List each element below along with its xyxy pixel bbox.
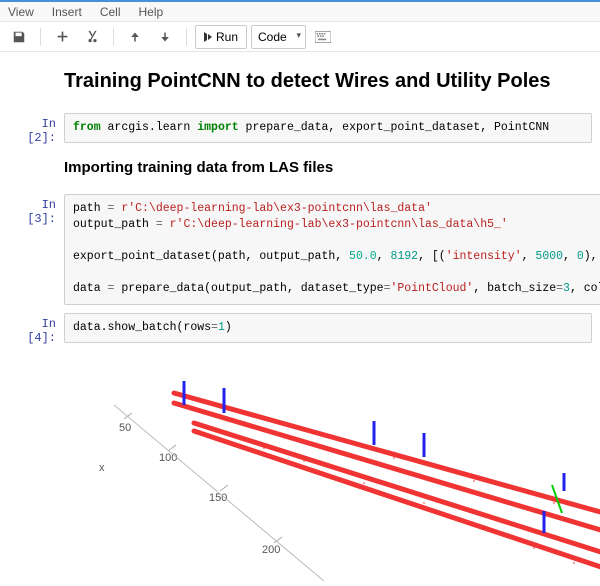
cell-prompt — [8, 153, 64, 186]
code-cell[interactable]: In [3]: path = r'C:\deep-learning-lab\ex… — [8, 194, 592, 305]
notebook-container: Training PointCNN to detect Wires and Ut… — [0, 52, 600, 583]
menu-cell[interactable]: Cell — [100, 5, 121, 19]
tick-label: 100 — [159, 452, 177, 464]
markdown-cell: Importing training data from LAS files — [8, 153, 592, 186]
move-up-icon[interactable] — [122, 25, 148, 49]
markdown-cell: Training PointCNN to detect Wires and Ut… — [8, 64, 592, 105]
code-input[interactable]: data.show_batch(rows=1) — [64, 313, 592, 343]
cell-prompt: In [2]: — [8, 113, 64, 145]
menu-view[interactable]: View — [8, 5, 34, 19]
pointcloud-plot: 50 100 150 200 x — [64, 353, 600, 583]
move-down-icon[interactable] — [152, 25, 178, 49]
poles-series — [184, 381, 564, 533]
axis-label: x — [99, 462, 105, 474]
tick-label: 200 — [262, 544, 280, 556]
heading-2: Importing training data from LAS files — [64, 159, 592, 176]
toolbar: Run Code — [0, 22, 600, 52]
run-label: Run — [216, 30, 238, 44]
code-input[interactable]: from arcgis.learn import prepare_data, e… — [64, 113, 592, 143]
output-plot: 50 100 150 200 x — [64, 353, 592, 583]
menu-bar: View Insert Cell Help — [0, 0, 600, 22]
separator — [186, 28, 187, 46]
tick-label: 50 — [119, 422, 131, 434]
code-cell[interactable]: In [4]: data.show_batch(rows=1) — [8, 313, 592, 345]
cell-prompt — [8, 64, 64, 105]
run-button[interactable]: Run — [195, 25, 247, 49]
command-palette-icon[interactable] — [310, 25, 336, 49]
cut-icon[interactable] — [79, 25, 105, 49]
wires-series — [174, 393, 600, 568]
cell-prompt: In [3]: — [8, 194, 64, 305]
cell-prompt: In [4]: — [8, 313, 64, 345]
menu-help[interactable]: Help — [138, 5, 163, 19]
separator — [40, 28, 41, 46]
save-icon[interactable] — [6, 25, 32, 49]
menu-insert[interactable]: Insert — [52, 5, 82, 19]
code-input[interactable]: path = r'C:\deep-learning-lab\ex3-pointc… — [64, 194, 600, 305]
separator — [113, 28, 114, 46]
add-cell-icon[interactable] — [49, 25, 75, 49]
play-icon — [204, 32, 212, 42]
heading-1: Training PointCNN to detect Wires and Ut… — [64, 70, 592, 93]
code-cell[interactable]: In [2]: from arcgis.learn import prepare… — [8, 113, 592, 145]
cell-type-select[interactable]: Code — [251, 25, 306, 49]
